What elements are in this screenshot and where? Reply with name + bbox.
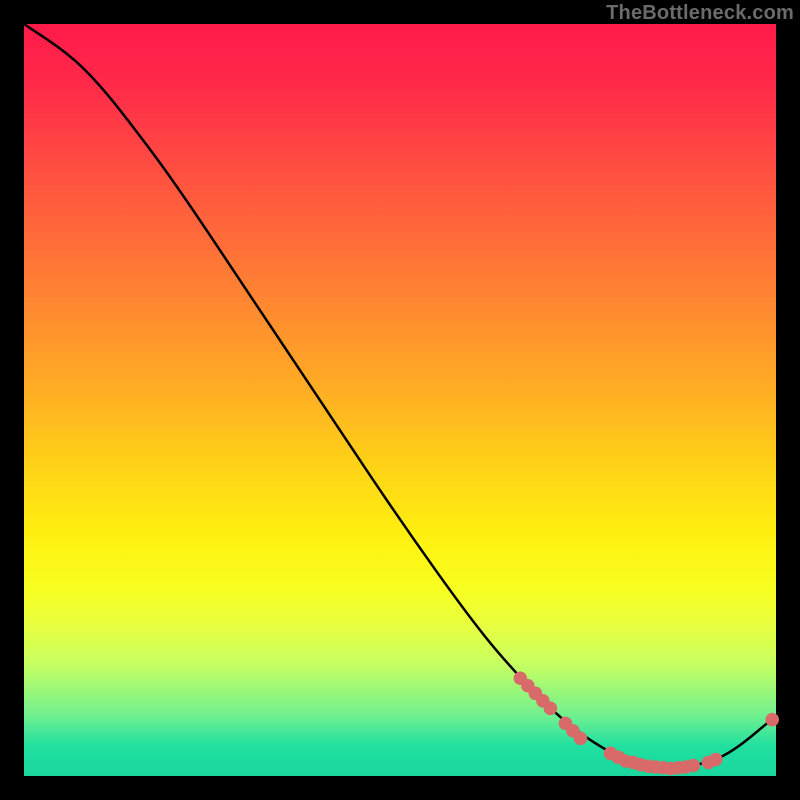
watermark-text: TheBottleneck.com [606,2,794,25]
marker-point [574,732,588,746]
marker-point [709,753,723,767]
chart-plot-area [24,24,776,776]
marker-point [765,713,779,727]
marker-point [544,702,558,716]
bottleneck-curve [24,24,776,768]
chart-svg [24,24,776,776]
segment-markers [514,671,779,775]
chart-stage: TheBottleneck.com [0,0,800,800]
marker-point [687,759,701,773]
